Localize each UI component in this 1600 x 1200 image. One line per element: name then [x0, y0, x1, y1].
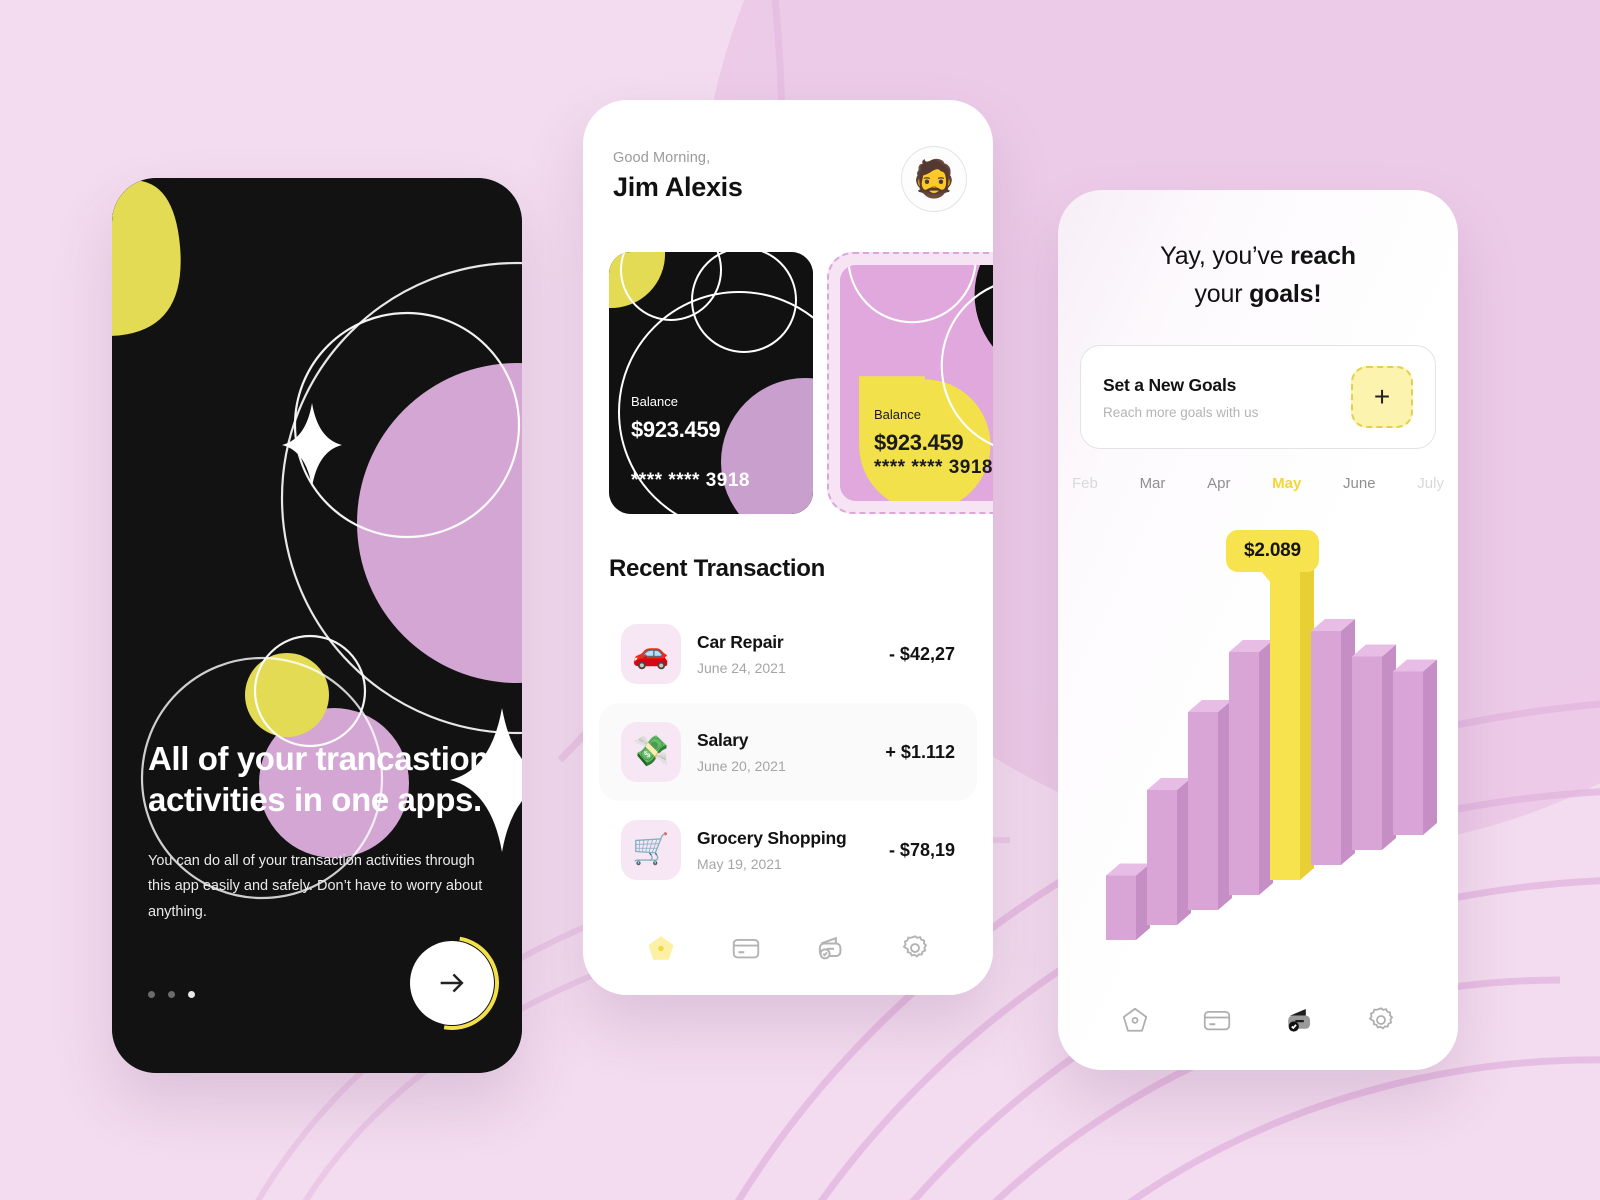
table-row[interactable]: 🚗 Car Repair June 24, 2021 - $42,27 — [599, 605, 977, 703]
transaction-name: Grocery Shopping — [697, 828, 847, 848]
month-tab-mar[interactable]: Mar — [1140, 475, 1166, 492]
goals-bar-chart: $2.089 — [1058, 520, 1458, 990]
title-line2-plain: your — [1194, 279, 1250, 308]
card-icon — [732, 938, 759, 958]
pagination-dot[interactable] — [168, 991, 175, 998]
transaction-details: Salary June 20, 2021 — [697, 730, 869, 774]
chart-bar — [1188, 700, 1232, 910]
phone1-copy-block: All of your trancastion activities in on… — [148, 738, 490, 926]
avatar-emoji: 🧔 — [911, 158, 957, 199]
screenshot-canvas: All of your trancastion activities in on… — [0, 0, 1600, 1200]
pagination-dot-active[interactable] — [188, 991, 195, 998]
gear-icon — [902, 934, 927, 958]
goal-card-subtitle: Reach more goals with us — [1103, 404, 1259, 420]
dashboard-header: Good Morning, Jim Alexis 🧔 — [613, 146, 967, 212]
transaction-name: Car Repair — [697, 632, 784, 652]
chart-bar — [1311, 619, 1355, 865]
goal-card-texts: Set a New Goals Reach more goals with us — [1103, 375, 1351, 420]
next-button[interactable] — [410, 941, 494, 1025]
chart-bar — [1352, 644, 1396, 850]
car-icon: 🚗 — [621, 624, 681, 684]
title-line1-bold: reach — [1290, 242, 1356, 270]
phone-onboarding: All of your trancastion activities in on… — [112, 178, 522, 1073]
card-icon — [1203, 1011, 1231, 1031]
phone-dashboard: Good Morning, Jim Alexis 🧔 Balance $923.… — [583, 100, 993, 995]
transaction-list: 🚗 Car Repair June 24, 2021 - $42,27 💸 Sa… — [599, 605, 977, 899]
card-inner-surface: Balance $923.459 **** **** 3918 — [840, 265, 993, 501]
chart-tooltip: $2.089 — [1226, 530, 1319, 572]
transaction-date: June 20, 2021 — [697, 758, 786, 774]
transaction-date: June 24, 2021 — [697, 660, 786, 676]
home-icon — [648, 935, 674, 960]
card-number: **** **** 3918 — [631, 470, 750, 491]
page-title: Yay, you’ve reach your goals! — [1098, 238, 1418, 313]
next-button-wrapper — [386, 917, 518, 1049]
wallet-icon — [819, 936, 842, 959]
transaction-date: May 19, 2021 — [697, 856, 782, 872]
tab-wallet[interactable] — [806, 924, 854, 972]
transaction-details: Grocery Shopping May 19, 2021 — [697, 828, 873, 872]
card-number: **** **** 3918 — [874, 457, 993, 478]
transaction-glyph: 🚗 — [632, 637, 670, 670]
tab-home[interactable] — [1111, 996, 1159, 1044]
money-icon: 💸 — [621, 722, 681, 782]
month-tab-apr[interactable]: Apr — [1207, 475, 1230, 492]
wallet-icon — [1288, 1008, 1311, 1032]
tab-settings[interactable] — [891, 924, 939, 972]
table-row[interactable]: 💸 Salary June 20, 2021 + $1.112 — [599, 703, 977, 801]
transaction-glyph: 🛒 — [632, 833, 670, 866]
balance-cards-carousel[interactable]: Balance $923.459 **** **** 3918 Balance … — [609, 252, 993, 514]
transaction-amount: - $42,27 — [888, 643, 955, 664]
chart-bar — [1147, 778, 1191, 925]
transaction-amount: + $1.112 — [885, 741, 955, 762]
set-new-goal-card[interactable]: Set a New Goals Reach more goals with us… — [1080, 345, 1436, 449]
goal-card-title: Set a New Goals — [1103, 374, 1237, 395]
page-title: All of your trancastion activities in on… — [148, 740, 490, 819]
card-balance-label: Balance — [631, 394, 678, 409]
month-tab-june[interactable]: June — [1343, 475, 1376, 492]
tab-home[interactable] — [637, 924, 685, 972]
section-title-recent-transaction: Recent Transaction — [609, 555, 826, 582]
month-tab-july[interactable]: July — [1417, 475, 1444, 492]
transaction-details: Car Repair June 24, 2021 — [697, 632, 873, 676]
avatar[interactable]: 🧔 — [901, 146, 967, 212]
title-line1-plain: Yay, you’ve — [1160, 242, 1291, 270]
card-balance-label: Balance — [874, 407, 921, 422]
pagination-dots — [148, 991, 195, 998]
title-line2-bold: goals! — [1249, 279, 1322, 308]
pagination-dot[interactable] — [148, 991, 155, 998]
tab-cards[interactable] — [1193, 996, 1241, 1044]
tab-cards[interactable] — [722, 924, 770, 972]
add-goal-button[interactable]: + — [1351, 366, 1413, 428]
month-selector[interactable]: Feb Mar Apr May June July — [1058, 475, 1458, 492]
transaction-amount: - $78,19 — [888, 839, 955, 860]
tab-wallet[interactable] — [1275, 996, 1323, 1044]
page-subtitle: You can do all of your transaction activ… — [148, 852, 483, 921]
gear-icon — [1368, 1007, 1394, 1030]
balance-card-secondary[interactable]: Balance $923.459 **** **** 3918 — [827, 252, 993, 514]
bottom-navigation — [583, 900, 993, 995]
balance-card-primary[interactable]: Balance $923.459 **** **** 3918 — [609, 252, 813, 514]
table-row[interactable]: 🛒 Grocery Shopping May 19, 2021 - $78,19 — [599, 801, 977, 899]
card-balance-amount: $923.459 — [874, 430, 964, 455]
chart-bar — [1229, 640, 1273, 895]
month-tab-feb[interactable]: Feb — [1072, 475, 1098, 492]
tab-settings[interactable] — [1357, 996, 1405, 1044]
card-balance-amount: $923.459 — [631, 417, 721, 442]
chart-bar — [1270, 554, 1314, 880]
arrow-right-icon — [440, 973, 464, 993]
cart-icon: 🛒 — [621, 820, 681, 880]
bottom-navigation — [1058, 970, 1458, 1070]
phone-goals: Yay, you’ve reach your goals! Set a New … — [1058, 190, 1458, 1070]
transaction-name: Salary — [697, 730, 749, 750]
home-icon — [1122, 1007, 1148, 1032]
month-tab-may[interactable]: May — [1272, 475, 1301, 492]
transaction-glyph: 💸 — [632, 735, 670, 768]
chart-bar — [1106, 863, 1150, 940]
bar-chart-svg — [1106, 554, 1437, 940]
chart-bar — [1393, 659, 1437, 835]
